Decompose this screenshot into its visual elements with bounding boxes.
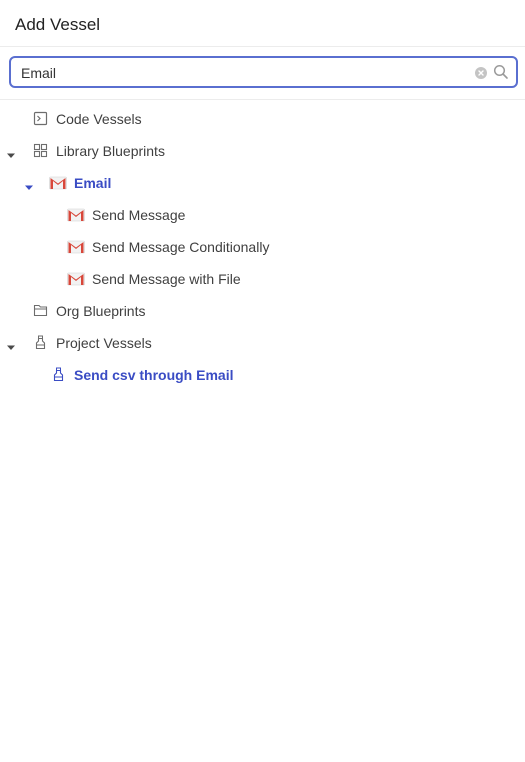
gmail-icon — [67, 208, 85, 224]
search-box — [9, 56, 518, 88]
folder-icon — [33, 303, 49, 319]
clear-search-icon[interactable] — [475, 66, 487, 79]
panel-header: Add Vessel — [0, 0, 525, 47]
tree-item-label: Org Blueprints — [56, 303, 146, 319]
bottle-icon — [51, 367, 67, 383]
tree-item-label: Library Blueprints — [56, 143, 165, 159]
tree-item-send-message-with-file[interactable]: Send Message with File — [0, 263, 525, 295]
tree-item-send-csv-through-email[interactable]: Send csv through Email — [0, 359, 525, 391]
grid-icon — [33, 143, 49, 159]
tree-item-label: Email — [74, 175, 112, 191]
search-input[interactable] — [21, 63, 461, 83]
search-bar — [0, 47, 525, 100]
tree-item-send-message[interactable]: Send Message — [0, 199, 525, 231]
gmail-icon — [49, 176, 67, 192]
gmail-icon — [67, 272, 85, 288]
tree-item-label: Project Vessels — [56, 335, 152, 351]
tree-item-label: Send csv through Email — [74, 367, 234, 383]
tree-item-label: Send Message with File — [92, 271, 241, 287]
caret-down-icon[interactable] — [24, 179, 34, 190]
caret-down-icon[interactable] — [6, 147, 16, 158]
tree-item-label: Send Message Conditionally — [92, 239, 270, 255]
tree-item-project-vessels[interactable]: Project Vessels — [0, 327, 525, 359]
tree-item-email-group[interactable]: Email — [0, 167, 525, 199]
tree-item-label: Code Vessels — [56, 111, 142, 127]
caret-down-icon[interactable] — [6, 339, 16, 350]
tree-item-org-blueprints[interactable]: Org Blueprints — [0, 295, 525, 327]
tree-item-label: Send Message — [92, 207, 186, 223]
terminal-icon — [33, 111, 49, 127]
tree-item-send-message-conditionally[interactable]: Send Message Conditionally — [0, 231, 525, 263]
bottle-icon — [33, 335, 49, 351]
search-icon[interactable] — [493, 64, 509, 80]
tree-item-library-blueprints[interactable]: Library Blueprints — [0, 135, 525, 167]
gmail-icon — [67, 240, 85, 256]
tree-item-code-vessels[interactable]: Code Vessels — [0, 103, 525, 135]
panel-title: Add Vessel — [15, 15, 101, 34]
